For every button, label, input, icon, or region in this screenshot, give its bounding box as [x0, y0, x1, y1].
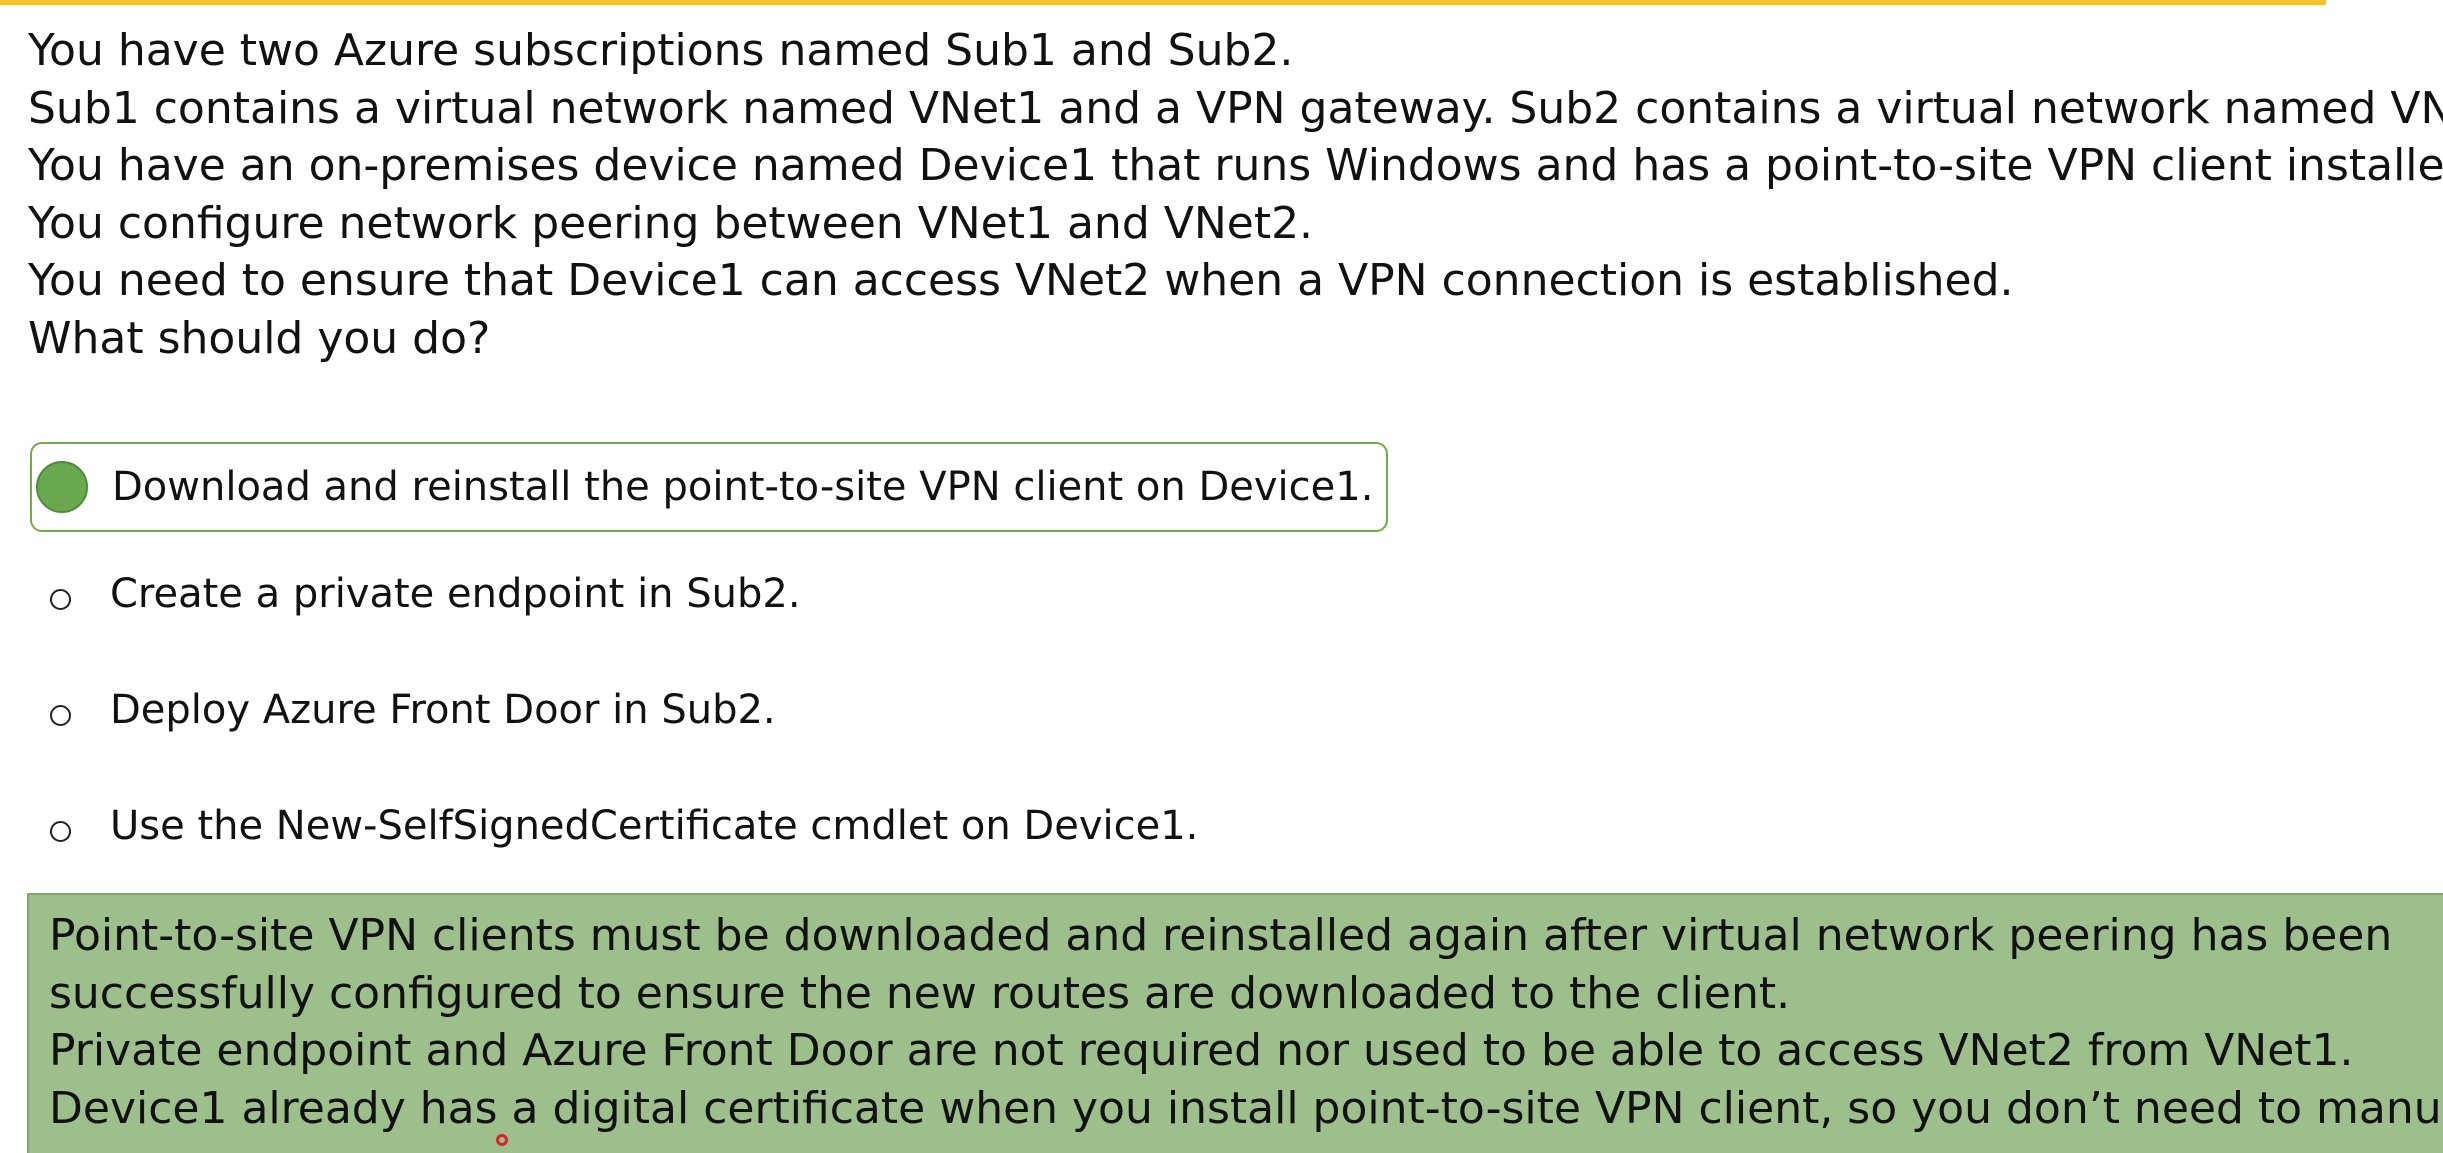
question-prompt: What should you do? [28, 312, 491, 364]
option-label: Deploy Azure Front Door in Sub2. [110, 687, 776, 733]
radio-unselected-icon [34, 568, 86, 620]
option-create-private-endpoint[interactable]: Create a private endpoint in Sub2. [30, 550, 801, 638]
question-line: You have two Azure subscriptions named S… [28, 25, 1294, 76]
option-label: Download and reinstall the point-to-site… [112, 464, 1374, 510]
option-label: Use the New-SelfSignedCertificate cmdlet… [110, 803, 1199, 849]
explanation-line: Private endpoint and Azure Front Door ar… [49, 1025, 2354, 1076]
explanation-line: successfully configured to ensure the ne… [49, 967, 1791, 1019]
option-new-selfsignedcertificate[interactable]: Use the New-SelfSignedCertificate cmdlet… [30, 782, 1198, 870]
explanation-line: Device1 already has a digital certificat… [49, 1082, 2443, 1134]
radio-selected-icon [36, 461, 88, 513]
option-label: Create a private endpoint in Sub2. [110, 571, 801, 617]
radio-unselected-icon [34, 684, 86, 736]
pointer-cursor-icon [496, 1134, 508, 1146]
explanation-panel: Point-to-site VPN clients must be downlo… [27, 893, 2443, 1153]
question-line: You configure network peering between VN… [28, 197, 1314, 249]
top-accent-bar [0, 0, 2326, 5]
question-text: You have two Azure subscriptions named S… [28, 22, 2443, 367]
radio-unselected-icon [34, 800, 86, 852]
option-deploy-front-door[interactable]: Deploy Azure Front Door in Sub2. [30, 666, 776, 754]
question-line: Sub1 contains a virtual network named VN… [28, 82, 2443, 134]
option-download-reinstall-vpn-client[interactable]: Download and reinstall the point-to-site… [30, 442, 1388, 532]
explanation-line: Point-to-site VPN clients must be downlo… [49, 910, 2393, 961]
question-line: You need to ensure that Device1 can acce… [28, 255, 2014, 306]
question-line: You have an on-premises device named Dev… [28, 140, 2443, 191]
